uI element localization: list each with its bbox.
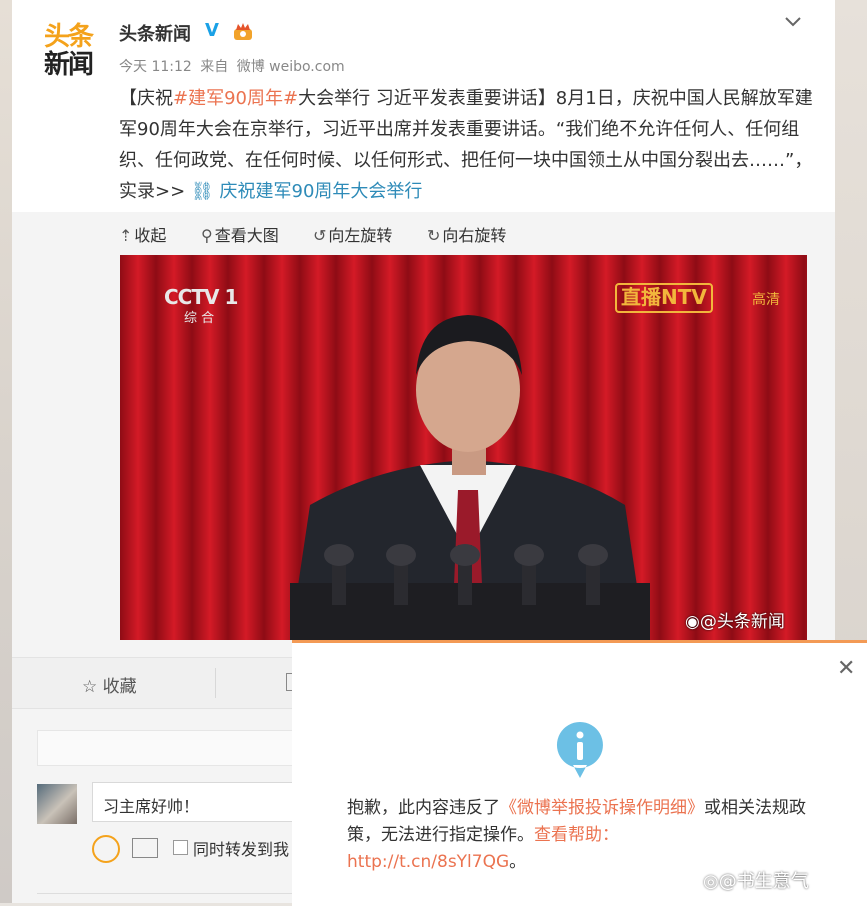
dialog-msg-part1: 抱歉，此内容违反了: [347, 798, 500, 818]
post-time[interactable]: 今天 11:12: [119, 59, 192, 75]
cctv-logo: CCTV 1: [164, 285, 238, 309]
post-source[interactable]: 微博 weibo.com: [237, 59, 345, 75]
help-link[interactable]: 查看帮助：: [534, 825, 619, 845]
repost-checkbox[interactable]: [173, 840, 188, 855]
rotate-left-button[interactable]: ↺ 向左旋转: [313, 222, 392, 246]
comment-input-text: 习主席好帅！: [103, 797, 200, 816]
author-avatar-logo[interactable]: 头条 新闻: [42, 16, 102, 80]
favorite-button[interactable]: ☆ 收藏: [82, 672, 137, 697]
logo-line-2: 新闻: [44, 50, 94, 80]
rotate-right-icon: ↻: [427, 226, 441, 245]
dialog-msg-end: 。: [509, 852, 527, 872]
post-photo[interactable]: CCTV 1 综 合 直播NTV 高清 ◉@头条新闻: [120, 255, 807, 640]
page-background-left: [0, 0, 12, 903]
bottom-watermark: ◎@书生意气: [703, 867, 809, 893]
chevron-down-icon[interactable]: [784, 12, 808, 32]
weibo-watermark: ◉@头条新闻: [685, 607, 785, 632]
weibo-watermark-text: @头条新闻: [699, 612, 785, 632]
user-avatar[interactable]: [37, 784, 77, 824]
bottom-watermark-text: @书生意气: [718, 871, 809, 892]
dialog-message: 抱歉，此内容违反了《微博举报投诉操作明细》或相关法规政策，无法进行指定操作。查看…: [347, 795, 827, 876]
vip-crown-icon: [234, 23, 252, 40]
view-large-label: 查看大图: [214, 226, 279, 245]
topic-link[interactable]: #建军90周年#: [173, 88, 298, 109]
hd-label: 高清: [752, 292, 780, 308]
rotate-left-icon: ↺: [313, 226, 327, 245]
help-url[interactable]: http://t.cn/8sYl7QG: [347, 852, 509, 872]
post-text: 【庆祝#建军90周年#大会举行 习近平发表重要讲话】8月1日，庆祝中国人民解放军…: [119, 83, 819, 207]
article-link-text: 庆祝建军90周年大会举行: [219, 181, 423, 202]
action-divider: [215, 668, 216, 698]
collapse-label: 收起: [134, 226, 167, 245]
image-upload-icon[interactable]: [132, 838, 158, 858]
link-icon: ⛓: [190, 181, 214, 202]
rotate-right-button[interactable]: ↻ 向右旋转: [427, 222, 506, 246]
info-icon: [556, 722, 603, 778]
view-large-button[interactable]: ⚲ 查看大图: [201, 222, 279, 246]
verified-icon: V: [205, 20, 219, 41]
cctv-sub-label: 综 合: [184, 311, 215, 326]
repost-checkbox-label: 同时转发到我: [193, 840, 290, 859]
live-badge: 直播NTV: [615, 283, 713, 313]
favorite-label: 收藏: [102, 677, 137, 697]
rotate-left-label: 向左旋转: [328, 226, 393, 245]
collapse-icon: ⇡: [119, 226, 133, 245]
weibo-logo-icon: ◎: [703, 871, 719, 892]
emoji-icon[interactable]: [92, 835, 120, 863]
post-source-prefix: 来自: [200, 59, 229, 75]
close-icon[interactable]: ✕: [837, 656, 855, 681]
author-name[interactable]: 头条新闻: [119, 20, 191, 46]
post-text-part1: 【庆祝: [119, 88, 173, 109]
star-icon: ☆: [82, 677, 98, 697]
zoom-icon: ⚲: [201, 226, 213, 245]
ntv-label: NTV: [661, 285, 707, 309]
live-label: 直播: [621, 285, 661, 309]
post-meta: 今天 11:12 来自 微博 weibo.com: [119, 56, 349, 76]
rotate-right-label: 向右旋转: [442, 226, 507, 245]
weibo-logo-icon: ◉: [685, 612, 700, 632]
collapse-button[interactable]: ⇡ 收起: [119, 222, 166, 246]
rule-link[interactable]: 《微博举报投诉操作明细》: [500, 798, 704, 818]
article-link[interactable]: ⛓ 庆祝建军90周年大会举行: [191, 181, 423, 202]
